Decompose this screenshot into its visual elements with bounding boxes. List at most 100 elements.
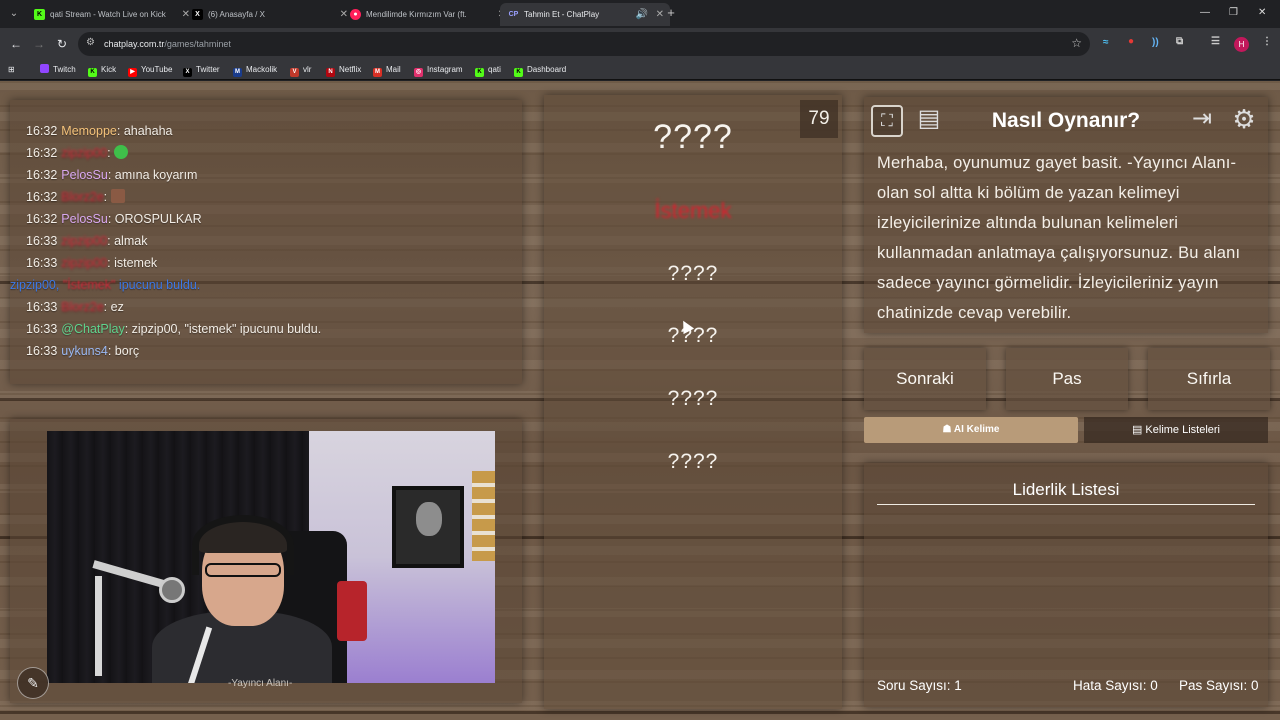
kick-icon: K — [34, 9, 45, 21]
mackolik-icon: M — [233, 68, 242, 77]
bookmark-mackolik[interactable]: M Mackolik — [233, 63, 277, 77]
site-info-icon[interactable]: ⚙ — [86, 37, 95, 48]
restore-icon[interactable]: ❐ — [1229, 7, 1238, 18]
extension-icon[interactable]: ● — [1128, 36, 1134, 47]
tab-youtube-music[interactable]: ●Mendilimde Kırmızım Var (ft. ✕ — [342, 3, 512, 26]
bookmark-qati[interactable]: Kqati — [475, 63, 501, 77]
bookmark-youtube[interactable]: ▶ YouTube — [128, 63, 172, 77]
reading-list-icon[interactable]: ☰ — [1211, 36, 1220, 47]
chat-username: Blorz2e — [61, 300, 104, 314]
profile-avatar[interactable]: H — [1234, 37, 1249, 52]
hidden-hint-word: ???? — [667, 262, 719, 285]
x-icon: X — [192, 9, 203, 21]
chat-panel: 16:32 Memoppe: ahahaha 16:32 zipzip00: 16:… — [10, 100, 522, 384]
new-tab-button[interactable]: + — [664, 6, 678, 20]
bookmark-twitter[interactable]: X Twitter — [183, 63, 220, 77]
settings-gear-icon[interactable]: ⚙ — [1228, 105, 1260, 137]
close-window-icon[interactable]: ✕ — [1258, 7, 1266, 18]
back-icon[interactable]: ← — [10, 37, 22, 51]
menu-kebab-icon[interactable]: ⋮ — [1262, 36, 1272, 47]
forward-icon[interactable]: → — [33, 37, 45, 51]
document-icon: ▤ — [1131, 424, 1146, 436]
target-word: ???? — [653, 118, 733, 156]
hidden-hint-word: ???? — [667, 387, 719, 410]
wall-portrait — [392, 486, 464, 568]
tab-search-icon[interactable]: ⌄ — [6, 6, 22, 22]
glasses — [205, 563, 281, 577]
kick-icon: K — [514, 68, 523, 77]
bookmark-mail[interactable]: M Mail — [373, 63, 401, 77]
pass-button[interactable]: Pas — [1006, 348, 1128, 410]
bookmark-twitch[interactable]: Twitch — [40, 63, 76, 77]
bookmark-dashboard[interactable]: K Dashboard — [514, 63, 566, 77]
wall-frames — [472, 471, 495, 561]
reset-button[interactable]: Sıfırla — [1148, 348, 1270, 410]
bookmark-star-icon[interactable]: ☆ — [1071, 36, 1082, 50]
extension-icon[interactable]: ≈ — [1103, 37, 1109, 48]
tab-title: Mendilimde Kırmızım Var (ft. — [366, 10, 467, 19]
audio-icon[interactable]: 🔊 — [636, 3, 648, 26]
chat-username: PelosSu — [61, 212, 108, 226]
reload-icon[interactable]: ↻ — [57, 37, 67, 51]
chat-username: PelosSu — [61, 168, 108, 182]
error-count: Hata Sayısı: 0 — [1073, 678, 1158, 693]
webcam-feed — [47, 431, 495, 683]
logout-icon[interactable]: ⇥ — [1186, 105, 1218, 137]
youtube-music-icon: ● — [350, 9, 361, 21]
bookmark-vlr[interactable]: Vvlr — [290, 63, 311, 77]
bookmark-netflix[interactable]: N Netflix — [326, 63, 361, 77]
address-bar[interactable]: ⚙ chatplay.com.tr/games/tahminet ☆ — [78, 32, 1090, 56]
hidden-hint-word: ???? — [667, 450, 719, 473]
bookmark-kick[interactable]: K Kick — [88, 63, 116, 77]
edit-pencil-button[interactable]: ✎ — [17, 667, 49, 699]
wood-plank-divider — [0, 711, 1280, 714]
robot-icon: ☗ — [942, 424, 954, 435]
chatplay-icon: CP — [508, 9, 519, 21]
vlr-icon: V — [290, 68, 299, 77]
tab-x[interactable]: X (6) Anasayfa / X ✕ — [184, 3, 354, 26]
tab-chatplay[interactable]: CP Tahmin Et - ChatPlay 🔊 ✕ — [500, 3, 670, 26]
chat-message: 16:33 zipzip00: almak — [26, 234, 148, 248]
minimize-icon[interactable]: — — [1200, 7, 1210, 18]
chat-message: 16:33 Blorz2e: ez — [26, 300, 124, 314]
kick-icon: K — [475, 68, 484, 77]
tab-title: Tahmin Et - ChatPlay — [524, 10, 600, 19]
tab-title: qati Stream - Watch Live on Kick — [50, 10, 166, 19]
leaderboard-title: Liderlik Listesi — [1012, 480, 1120, 499]
chat-username: zipzip00 — [61, 256, 108, 270]
url-text: chatplay.com.tr/games/tahminet — [104, 39, 231, 49]
chat-message: 16:32 PelosSu: OROSPULKAR — [26, 212, 202, 226]
instructions-text: Merhaba, oyunumuz gayet basit. -Yayıncı … — [877, 154, 1241, 322]
bookmark-instagram[interactable]: ◎ Instagram — [414, 63, 463, 77]
emote-icon — [114, 145, 129, 159]
chat-message: 16:33 uykuns4: borç — [26, 344, 140, 358]
chat-username: @ChatPlay — [61, 322, 125, 336]
chat-message: 16:33 @ChatPlay: zipzip00, "istemek" ipuc… — [26, 322, 322, 336]
chat-username: zipzip00 — [61, 234, 108, 248]
extension-icon[interactable]: )) — [1152, 37, 1159, 48]
extensions-puzzle-icon[interactable]: ⧉ — [1176, 36, 1183, 47]
next-button[interactable]: Sonraki — [864, 348, 986, 410]
instagram-icon: ◎ — [414, 68, 423, 77]
system-message: zipzip00, "İstemek" ipucunu buldu. — [10, 278, 201, 292]
chat-message: 16:32 PelosSu: amına koyarım — [26, 168, 198, 182]
close-tab-icon[interactable]: ✕ — [656, 3, 664, 26]
streamer-area-label: -Yayıncı Alanı- — [228, 678, 293, 689]
word-lists-button[interactable]: ▤ Kelime Listeleri — [1084, 417, 1268, 443]
twitch-icon — [40, 64, 49, 73]
chat-username: zipzip00 — [61, 146, 108, 160]
ai-word-button[interactable]: ☗ AI Kelime — [864, 417, 1078, 443]
netflix-icon: N — [326, 68, 335, 77]
chat-message: 16:32 Blorz2e: — [26, 186, 522, 208]
x-icon: X — [183, 68, 192, 77]
bookmarks-bar: ⊞ Twitch K Kick ▶ YouTube X Twitter M Mackol… — [0, 60, 1280, 80]
chat-username: Memoppe — [61, 124, 117, 138]
tab-kick[interactable]: Kqati Stream - Watch Live on Kick ✕ — [26, 3, 196, 26]
tab-title: (6) Anasayfa / X — [208, 10, 265, 19]
question-count: Soru Sayısı: 1 — [877, 678, 962, 693]
microphone — [159, 577, 185, 603]
found-hint-word: İstemek — [654, 198, 732, 223]
emote-icon — [110, 189, 125, 203]
apps-grid-icon[interactable]: ⊞ — [8, 63, 15, 77]
kick-icon: K — [88, 68, 97, 77]
